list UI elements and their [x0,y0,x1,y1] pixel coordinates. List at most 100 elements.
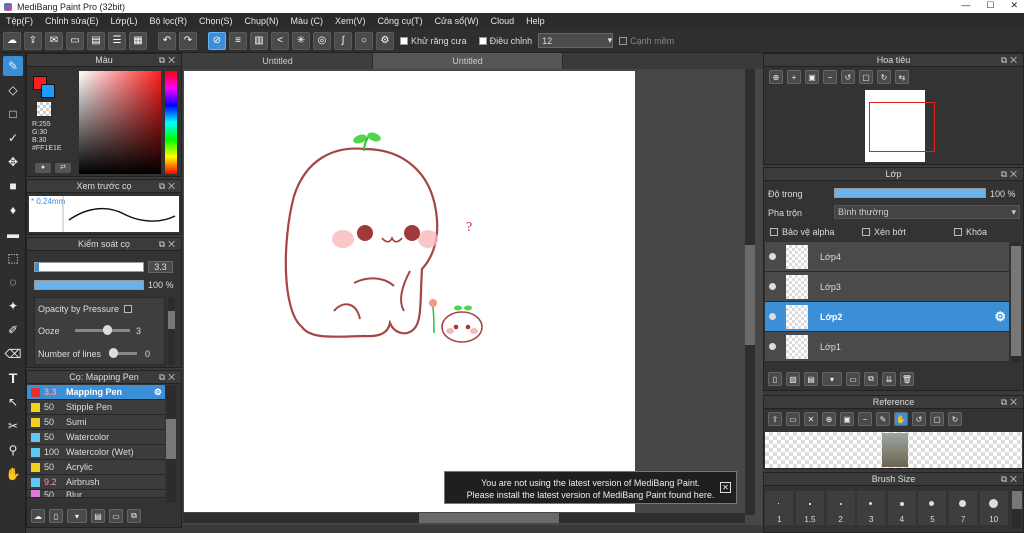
layer-row-1[interactable]: Lớp1 [765,332,1009,362]
zoom-in-icon[interactable]: + [787,70,801,84]
zoom-out-icon[interactable]: − [823,70,837,84]
menu-snap[interactable]: Chụp(N) [239,16,285,26]
antialias-checkbox[interactable] [400,36,408,45]
navigator-viewport[interactable] [869,102,935,152]
zoom-fit-icon[interactable]: ⊕ [769,70,783,84]
reference-image-area[interactable] [765,432,1022,468]
panel-controls-icon[interactable]: ⧉✕ [159,372,178,383]
eyedropper-icon[interactable]: ✎ [876,412,890,426]
hand-icon[interactable]: ✋ [894,412,908,426]
update-notice[interactable]: You are not using the latest version of … [444,471,737,504]
opacity-pressure-checkbox[interactable] [124,305,133,313]
ooze-slider-knob[interactable] [103,325,112,335]
reset-rotation-icon[interactable]: ▢ [859,70,873,84]
gear-icon[interactable]: ⚙ [154,387,162,398]
vertical-scrollbar[interactable] [745,69,755,515]
brush-size-value[interactable]: 3.3 [148,261,173,273]
swap-color-button[interactable]: ⇄ [55,163,71,173]
brush-size-scrollbar[interactable] [1012,489,1022,529]
lines-slider-knob[interactable] [109,348,118,358]
concentric-snap-icon[interactable]: ◎ [313,31,331,50]
parallel-snap-icon[interactable]: ≡ [229,31,247,50]
folder-icon[interactable]: ▭ [109,509,123,523]
panel-controls-icon[interactable]: ⧉✕ [1001,169,1020,180]
cross-snap-icon[interactable]: ▥ [250,31,268,50]
actual-size-icon[interactable]: ▣ [805,70,819,84]
eraser-tool-icon[interactable]: ◇ [3,80,23,100]
copy-brush-icon[interactable]: ▤ [91,509,105,523]
merge-layer-icon[interactable]: ⇊ [882,372,896,386]
rotate-left-icon[interactable]: ↺ [841,70,855,84]
hue-slider[interactable] [165,71,177,174]
brush-tool-icon[interactable]: ✎ [3,56,23,76]
drawing-canvas[interactable]: ? [184,71,635,512]
brush-list-scrollbar[interactable] [166,385,176,503]
panel-controls-icon[interactable]: ⧉✕ [159,181,178,192]
menu-filter[interactable]: Bộ lọc(R) [143,16,193,26]
correction-select[interactable]: 12 ▾ [538,33,614,48]
layer-opacity-slider[interactable] [834,188,986,198]
grid-icon[interactable]: ▦ [129,31,147,50]
navigator-thumbnail[interactable] [865,90,935,162]
cloud-icon[interactable]: ☁ [3,31,21,50]
close-reference-icon[interactable]: ✕ [804,412,818,426]
brush-size-option-8[interactable]: 10 [979,491,1008,525]
menu-layer[interactable]: Lớp(L) [105,16,144,26]
tab-untitled-2[interactable]: Untitled [373,53,563,69]
color-field[interactable] [79,71,161,174]
menu-tools[interactable]: Công cụ(T) [372,16,429,26]
visibility-icon[interactable] [769,283,776,290]
brush-item-watercolor[interactable]: 50 Watercolor [27,430,165,445]
close-icon[interactable]: ✕ [720,482,731,493]
menu-window[interactable]: Cửa sổ(W) [429,16,485,26]
minimize-button[interactable]: — [961,0,970,11]
menu-file[interactable]: Tệp(F) [0,16,39,26]
zoom-fit-icon[interactable]: ⊕ [822,412,836,426]
circle-snap-icon[interactable]: ○ [355,31,373,50]
maximize-button[interactable]: ☐ [986,0,994,11]
magic-wand-tool-icon[interactable]: ✦ [3,296,23,316]
menu-view[interactable]: Xem(V) [329,16,372,26]
panel-controls-icon[interactable]: ⧉✕ [1001,55,1020,66]
duplicate-icon[interactable]: ⧉ [127,509,141,523]
lock-checkbox[interactable] [954,228,962,236]
vanishing-point-icon[interactable]: < [271,31,289,50]
new-halftone-layer-icon[interactable]: ▨ [786,372,800,386]
curve-snap-icon[interactable]: ∫ [334,31,352,50]
brush-size-option-6[interactable]: 5 [918,491,947,525]
rotate-right-icon[interactable]: ↻ [948,412,962,426]
divide-tool-icon[interactable]: ✂ [3,416,23,436]
brush-item-mapping-pen[interactable]: 3.3 Mapping Pen ⚙ [27,385,165,400]
brush-item-watercolor-wet[interactable]: 100 Watercolor (Wet) [27,445,165,460]
gear-icon[interactable]: ⚙ [994,309,1006,325]
add-layer-menu-icon[interactable]: ▾ [822,372,842,386]
flip-icon[interactable]: ⇆ [895,70,909,84]
brush-size-option-4[interactable]: 3 [857,491,886,525]
panel-controls-icon[interactable]: ⧉✕ [1001,397,1020,408]
tab-untitled-1[interactable]: Untitled [183,53,373,69]
rotate-right-icon[interactable]: ↻ [877,70,891,84]
brush-item-sumi[interactable]: 50 Sumi [27,415,165,430]
redo-icon[interactable]: ↷ [179,31,197,50]
brush-size-option-5[interactable]: 4 [887,491,916,525]
brush-params-scrollbar[interactable] [168,297,175,365]
brush-size-option-7[interactable]: 7 [949,491,978,525]
panel-controls-icon[interactable]: ⧉✕ [1001,474,1020,485]
close-window-button[interactable]: ✕ [1010,0,1018,11]
clipping-checkbox[interactable] [862,228,870,236]
menu-edit[interactable]: Chỉnh sửa(E) [39,16,105,26]
lasso-tool-icon[interactable]: ◌ [3,272,23,292]
delete-layer-icon[interactable]: 🗑 [900,372,914,386]
visibility-icon[interactable] [769,313,776,320]
new-8bit-layer-icon[interactable]: ▤ [804,372,818,386]
tablet-icon[interactable]: ▭ [66,31,84,50]
document-icon[interactable]: ▤ [87,31,105,50]
actual-size-icon[interactable]: ▣ [840,412,854,426]
brush-size-option-1[interactable]: 1 [765,491,794,525]
brush-item-acrylic[interactable]: 50 Acrylic [27,460,165,475]
visibility-icon[interactable] [769,343,776,350]
fill-rect-tool-icon[interactable]: ■ [3,176,23,196]
panel-controls-icon[interactable]: ⧉✕ [159,55,178,66]
blend-select[interactable]: Bình thường ▾ [834,205,1020,219]
snap-off-icon[interactable]: ⊘ [208,31,226,50]
